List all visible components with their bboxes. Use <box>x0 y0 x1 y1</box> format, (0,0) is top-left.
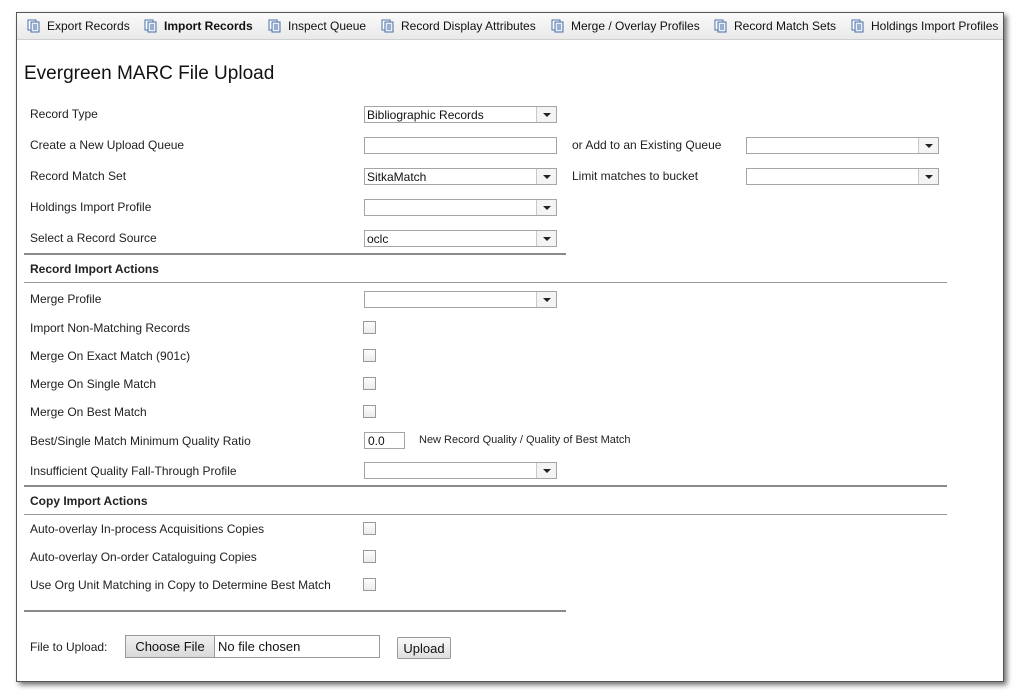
tab-label: Record Match Sets <box>734 19 837 33</box>
record-type-label: Record Type <box>30 107 98 121</box>
chevron-down-icon <box>536 231 556 246</box>
document-copy-icon <box>268 19 281 33</box>
holdings-profile-label: Holdings Import Profile <box>30 200 152 214</box>
section-divider <box>24 610 566 612</box>
record-source-label: Select a Record Source <box>30 231 157 245</box>
merge-best-checkbox[interactable] <box>363 405 376 418</box>
merge-profile-label: Merge Profile <box>30 292 102 306</box>
merge-exact-label: Merge On Exact Match (901c) <box>30 349 191 363</box>
tab-label: Export Records <box>47 19 130 33</box>
chevron-down-icon <box>536 463 556 478</box>
record-source-value: oclc <box>367 232 389 246</box>
merge-single-label: Merge On Single Match <box>30 377 157 391</box>
import-non-matching-checkbox[interactable] <box>363 321 376 334</box>
app-window: Export Records Import Records Inspect Qu… <box>16 12 1004 682</box>
document-copy-icon <box>144 19 157 33</box>
section-divider <box>24 514 947 515</box>
record-type-value: Bibliographic Records <box>367 108 484 122</box>
toolbar: Export Records Import Records Inspect Qu… <box>17 13 1003 40</box>
tab-label: Holdings Import Profiles <box>871 19 999 33</box>
limit-bucket-label: Limit matches to bucket <box>572 169 699 183</box>
record-actions-heading: Record Import Actions <box>30 262 159 276</box>
import-non-matching-label: Import Non-Matching Records <box>30 321 191 335</box>
chevron-down-icon <box>536 200 556 215</box>
chevron-down-icon <box>918 138 938 153</box>
org-unit-matching-checkbox[interactable] <box>363 578 376 591</box>
quality-ratio-label: Best/Single Match Minimum Quality Ratio <box>30 434 251 448</box>
record-type-select[interactable]: Bibliographic Records <box>364 106 557 123</box>
new-queue-input[interactable] <box>364 137 557 154</box>
holdings-profile-select[interactable] <box>364 199 557 216</box>
auto-overlay-inprocess-label: Auto-overlay In-process Acquisitions Cop… <box>30 522 265 536</box>
file-upload-label: File to Upload: <box>30 640 108 654</box>
existing-queue-select[interactable] <box>746 137 939 154</box>
upload-button[interactable]: Upload <box>397 637 451 659</box>
chevron-down-icon <box>536 169 556 184</box>
merge-single-checkbox[interactable] <box>363 377 376 390</box>
choose-file-button[interactable]: Choose File <box>126 636 215 657</box>
section-divider <box>24 485 947 487</box>
fall-through-select[interactable] <box>364 462 557 479</box>
section-divider <box>24 282 947 283</box>
document-copy-icon <box>851 19 864 33</box>
page-title: Evergreen MARC File Upload <box>24 63 275 84</box>
document-copy-icon <box>381 19 394 33</box>
merge-best-label: Merge On Best Match <box>30 405 147 419</box>
document-copy-icon <box>714 19 727 33</box>
tab-label: Inspect Queue <box>288 19 367 33</box>
match-set-select[interactable]: SitkaMatch <box>364 168 557 185</box>
chevron-down-icon <box>536 292 556 307</box>
auto-overlay-inprocess-checkbox[interactable] <box>363 522 376 535</box>
file-input[interactable]: Choose File No file chosen <box>125 635 380 658</box>
quality-ratio-input[interactable] <box>364 432 405 449</box>
new-queue-label: Create a New Upload Queue <box>30 138 185 152</box>
tab-label: Merge / Overlay Profiles <box>571 19 700 33</box>
merge-profile-select[interactable] <box>364 291 557 308</box>
org-unit-matching-label: Use Org Unit Matching in Copy to Determi… <box>30 578 331 592</box>
auto-overlay-onorder-label: Auto-overlay On-order Cataloguing Copies <box>30 550 257 564</box>
auto-overlay-onorder-checkbox[interactable] <box>363 550 376 563</box>
tab-label: Record Display Attributes <box>401 19 536 33</box>
match-set-value: SitkaMatch <box>367 170 427 184</box>
section-divider <box>24 253 566 255</box>
limit-bucket-select[interactable] <box>746 168 939 185</box>
quality-ratio-hint: New Record Quality / Quality of Best Mat… <box>419 434 631 446</box>
merge-exact-checkbox[interactable] <box>363 349 376 362</box>
tab-label: Import Records <box>164 19 253 33</box>
document-copy-icon <box>27 19 40 33</box>
existing-queue-label: or Add to an Existing Queue <box>572 138 722 152</box>
fall-through-label: Insufficient Quality Fall-Through Profil… <box>30 464 237 478</box>
chevron-down-icon <box>536 107 556 122</box>
copy-actions-heading: Copy Import Actions <box>30 494 148 508</box>
match-set-label: Record Match Set <box>30 169 127 183</box>
file-name-text: No file chosen <box>218 639 301 654</box>
record-source-select[interactable]: oclc <box>364 230 557 247</box>
document-copy-icon <box>551 19 564 33</box>
chevron-down-icon <box>918 169 938 184</box>
